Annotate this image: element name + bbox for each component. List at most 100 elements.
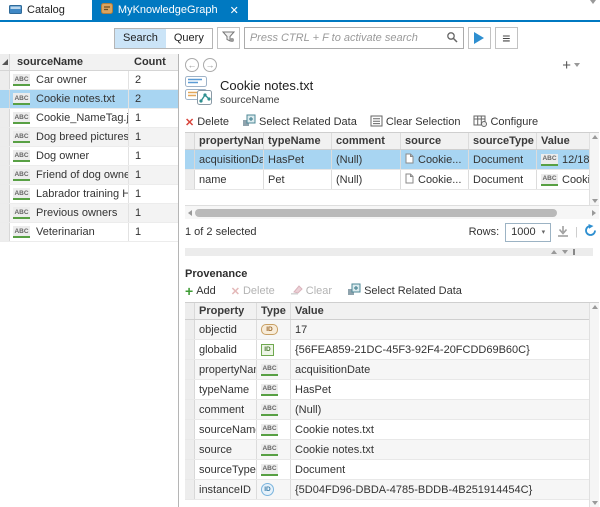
search-input[interactable] [250,32,446,44]
column-header-sourcetype[interactable]: sourceType [469,133,537,149]
text-type-icon: ABC [541,154,558,166]
column-header-typename[interactable]: typeName [264,133,332,149]
tab-overflow-chevron-icon[interactable] [590,4,596,16]
table-row[interactable]: globalid ID {56FEA859-21DC-45F3-92F4-20F… [185,340,599,360]
plus-icon: + [185,284,193,298]
text-type-icon: ABC [13,112,30,124]
column-header-sourcename[interactable]: sourceName [10,56,128,68]
add-record-button[interactable]: + [562,58,580,73]
text-type-icon: ABC [13,188,30,200]
column-header-type[interactable]: Type [257,303,291,319]
horizontal-scrollbar[interactable] [185,206,599,219]
close-icon[interactable]: ✕ [230,4,239,17]
delete-button-disabled[interactable]: ✕ Delete [231,285,275,298]
chevron-down-icon [574,63,580,67]
list-item[interactable]: ABCLabrador training HQ 1 [0,185,178,204]
app-window: Catalog MyKnowledgeGraph ✕ Search Query [0,0,600,507]
scroll-right-icon[interactable] [592,210,596,216]
list-item[interactable]: ABCCookie_NameTag.jpg 1 [0,109,178,128]
table-row[interactable]: comment ABC (Null) [185,400,599,420]
scroll-left-icon[interactable] [188,210,192,216]
row-selector-gutter [0,54,10,70]
search-mode-button[interactable]: Search [115,29,166,48]
page-title: Cookie notes.txt [220,78,313,93]
text-type-icon: ABC [13,93,30,105]
records-table: propertyName typeName comment source sou… [185,132,599,206]
column-header-source[interactable]: source [401,133,469,149]
table-row[interactable]: sourceType ABC Document [185,460,599,480]
export-button[interactable] [557,225,569,240]
delete-button[interactable]: ✕ Delete [185,116,229,129]
entity-detail-panel: ← → + [179,54,600,507]
text-type-icon: ABC [261,384,278,396]
entity-type-icon [185,76,213,109]
column-header-count[interactable]: Count [128,56,178,68]
table-row-selected[interactable]: acquisitionDate HasPet (Null) Cookie... … [185,150,599,170]
column-header-propertyname[interactable]: propertyName [195,133,264,149]
entity-actions-toolbar: ✕ Delete Select Related Data Clear Selec… [185,112,600,132]
vertical-scrollbar[interactable] [589,303,599,507]
view-tab-bar: Catalog MyKnowledgeGraph ✕ [0,0,600,22]
panel-splitter[interactable] [185,248,593,256]
catalog-icon [9,3,22,17]
tab-catalog[interactable]: Catalog [0,0,74,20]
search-options-button[interactable]: ≡ [495,27,518,49]
list-item[interactable]: ABCVeterinarian 1 [0,223,178,242]
select-related-data-button[interactable]: Select Related Data [242,114,357,130]
list-item[interactable]: ABCFriend of dog owner 1 [0,166,178,185]
splitter-down-icon[interactable] [562,250,568,254]
text-type-icon: ABC [13,226,30,238]
select-related-icon [242,114,256,130]
scrollbar-thumb[interactable] [195,209,557,217]
table-row[interactable]: name Pet (Null) Cookie... Document ABC C… [185,170,599,190]
table-row[interactable]: source ABC Cookie notes.txt [185,440,599,460]
current-row-icon [2,59,8,65]
refresh-button[interactable] [584,224,597,240]
rows-limit-dropdown[interactable]: 1000 ▾ [505,223,551,242]
text-type-icon: ABC [13,150,30,162]
back-button[interactable]: ← [185,58,199,72]
provenance-toolbar: + Add ✕ Delete Clear Selec [185,280,600,302]
vertical-scrollbar[interactable] [589,133,599,205]
filter-button[interactable] [217,27,240,49]
chevron-down-icon: ▾ [542,228,546,236]
document-icon [405,173,414,187]
column-header-property[interactable]: Property [195,303,257,319]
clear-button-disabled[interactable]: Clear [290,284,332,298]
search-query-toggle: Search Query [114,28,213,49]
splitter-up-icon[interactable] [551,250,557,254]
clear-selection-icon [370,115,383,130]
list-item-selected[interactable]: ABCCookie notes.txt 2 [0,90,178,109]
provenance-title: Provenance [185,268,600,280]
rows-label: Rows: [469,226,500,238]
query-mode-button[interactable]: Query [166,29,212,48]
text-type-icon: ABC [261,404,278,416]
run-search-button[interactable] [468,27,491,49]
text-type-icon: ABC [13,131,30,143]
forward-button[interactable]: → [203,58,217,72]
select-related-data-button[interactable]: Select Related Data [347,283,462,299]
text-type-icon: ABC [261,364,278,376]
forward-icon: → [206,60,215,70]
splitter-handle[interactable] [573,249,575,255]
configure-button[interactable]: Configure [473,115,538,130]
table-row[interactable]: objectid ID 17 [185,320,599,340]
search-box [244,27,464,49]
text-type-icon: ABC [261,444,278,456]
add-button[interactable]: + Add [185,284,216,298]
column-header-comment[interactable]: comment [332,133,401,149]
list-item[interactable]: ABCDog owner 1 [0,147,178,166]
list-item[interactable]: ABCDog breed pictures 1 [0,128,178,147]
list-item[interactable]: ABCCar owner 2 [0,71,178,90]
table-row[interactable]: propertyName ABC acquisitionDate [185,360,599,380]
column-header-value[interactable]: Value [291,303,599,319]
clear-selection-button[interactable]: Clear Selection [370,115,461,130]
table-row[interactable]: typeName ABC HasPet [185,380,599,400]
list-item[interactable]: ABCPrevious owners 1 [0,204,178,223]
table-row[interactable]: sourceName ABC Cookie notes.txt [185,420,599,440]
document-icon [405,153,414,167]
delete-x-icon: ✕ [185,116,194,129]
text-type-icon: ABC [541,174,558,186]
tab-myknowledgegraph[interactable]: MyKnowledgeGraph ✕ [92,0,248,20]
table-row[interactable]: instanceID ID {5D04FD96-DBDA-4785-BDDB-4… [185,480,599,500]
